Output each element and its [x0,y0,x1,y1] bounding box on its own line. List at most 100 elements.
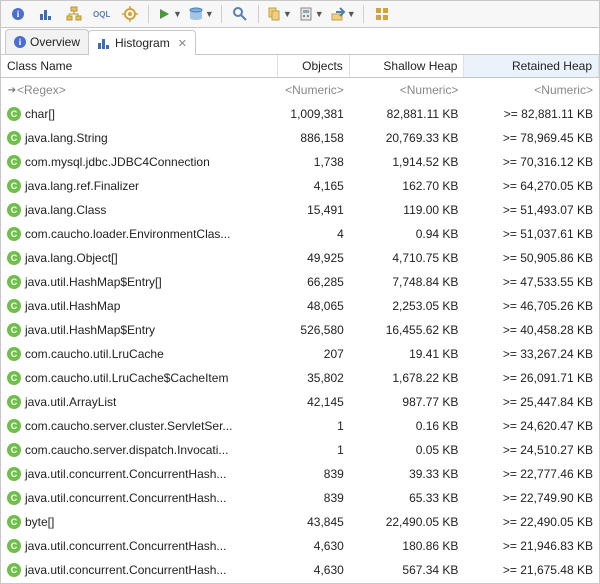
window: i OQL ▼ ▼ ▼ ▼ ▼ [0,0,600,584]
cell-classname: Cjava.util.HashMap$Entry [1,323,278,337]
class-icon: C [7,155,21,169]
table-row[interactable]: Cjava.util.concurrent.ConcurrentHash...6… [1,582,599,583]
svg-text:OQL: OQL [93,10,110,19]
table-row[interactable]: Ccom.mysql.jdbc.JDBC4Connection1,7381,91… [1,150,599,174]
filter-retained[interactable]: <Numeric> [464,78,599,102]
filter-classname[interactable]: ➔ <Regex> [1,78,278,102]
cell-shallow: 7,748.84 KB [350,275,465,289]
class-icon: C [7,491,21,505]
class-icon: C [7,323,21,337]
column-header-classname[interactable]: Class Name [1,55,278,77]
table-row[interactable]: Cjava.util.concurrent.ConcurrentHash...4… [1,558,599,582]
bar-chart-icon [38,6,54,22]
export-button[interactable]: ▼ [328,3,358,25]
table-row[interactable]: Ccom.caucho.server.cluster.ServletSer...… [1,414,599,438]
class-name-text: char[] [25,107,55,121]
class-icon: C [7,203,21,217]
calc-button[interactable]: ▼ [296,3,326,25]
cell-objects: 207 [278,347,350,361]
search-button[interactable] [227,3,253,25]
close-icon[interactable]: ✕ [178,37,187,50]
cell-objects: 839 [278,467,350,481]
oql-button[interactable]: OQL [89,3,115,25]
oql-icon: OQL [93,6,111,22]
class-icon: C [7,251,21,265]
table-row[interactable]: Cjava.util.HashMap$Entry526,58016,455.62… [1,318,599,342]
class-name-text: java.lang.Class [25,203,106,217]
gear-icon [122,6,138,22]
copy-icon [266,6,282,22]
cell-objects: 839 [278,491,350,505]
table-row[interactable]: Cjava.util.concurrent.ConcurrentHash...4… [1,534,599,558]
gear-sun-button[interactable] [117,3,143,25]
table-row[interactable]: Cjava.lang.ref.Finalizer4,165162.70 KB>=… [1,174,599,198]
cell-retained: >= 78,969.45 KB [464,131,599,145]
class-icon: C [7,371,21,385]
bar-chart-button[interactable] [33,3,59,25]
table-row[interactable]: Cjava.util.ArrayList42,145987.77 KB>= 25… [1,390,599,414]
tree-button[interactable] [61,3,87,25]
cell-retained: >= 24,510.27 KB [464,443,599,457]
cell-objects: 4 [278,227,350,241]
cell-classname: Ccom.caucho.server.cluster.ServletSer... [1,419,278,433]
table-row[interactable]: Cjava.lang.Class15,491119.00 KB>= 51,493… [1,198,599,222]
cell-shallow: 39.33 KB [350,467,465,481]
table-row[interactable]: Ccom.caucho.server.dispatch.Invocati...1… [1,438,599,462]
class-name-text: com.caucho.util.LruCache [25,347,164,361]
table-body: Cchar[]1,009,38182,881.11 KB>= 82,881.11… [1,102,599,583]
class-icon: C [7,107,21,121]
class-icon: C [7,299,21,313]
cell-shallow: 567.34 KB [350,563,465,577]
cell-shallow: 0.16 KB [350,419,465,433]
filter-shallow[interactable]: <Numeric> [350,78,465,102]
cell-objects: 1,738 [278,155,350,169]
column-header-objects[interactable]: Objects [278,55,350,77]
chevron-down-icon: ▼ [205,9,214,19]
cell-shallow: 1,914.52 KB [350,155,465,169]
grid-button[interactable] [369,3,395,25]
play-icon [156,6,172,22]
db-button[interactable]: ▼ [186,3,216,25]
table-row[interactable]: Cjava.lang.String886,15820,769.33 KB>= 7… [1,126,599,150]
table-row[interactable]: Ccom.caucho.loader.EnvironmentClas...40.… [1,222,599,246]
cell-retained: >= 24,620.47 KB [464,419,599,433]
cell-classname: Ccom.caucho.server.dispatch.Invocati... [1,443,278,457]
cell-retained: >= 25,447.84 KB [464,395,599,409]
cell-shallow: 1,678.22 KB [350,371,465,385]
cell-classname: Cbyte[] [1,515,278,529]
filter-objects[interactable]: <Numeric> [278,78,350,102]
cell-objects: 35,802 [278,371,350,385]
filter-row: ➔ <Regex> <Numeric> <Numeric> <Numeric> [1,78,599,102]
table-row[interactable]: Cjava.util.concurrent.ConcurrentHash...8… [1,462,599,486]
table-row[interactable]: Cbyte[]43,84522,490.05 KB>= 22,490.05 KB [1,510,599,534]
chevron-down-icon: ▼ [283,9,292,19]
class-name-text: com.caucho.loader.EnvironmentClas... [25,227,230,241]
column-header-retained[interactable]: Retained Heap [464,55,599,77]
cell-retained: >= 82,881.11 KB [464,107,599,121]
table-row[interactable]: Ccom.caucho.util.LruCache20719.41 KB>= 3… [1,342,599,366]
copy-button[interactable]: ▼ [264,3,294,25]
class-name-text: java.util.concurrent.ConcurrentHash... [25,563,226,577]
tab-histogram[interactable]: Histogram ✕ [88,30,196,55]
info-button[interactable]: i [5,3,31,25]
info-icon: i [14,36,26,48]
cell-classname: Cchar[] [1,107,278,121]
table-row[interactable]: Cjava.util.concurrent.ConcurrentHash... 8… [1,486,599,510]
cell-retained: >= 51,037.61 KB [464,227,599,241]
cell-classname: Ccom.caucho.loader.EnvironmentClas... [1,227,278,241]
class-name-text: java.util.concurrent.ConcurrentHash... [25,491,226,505]
table-row[interactable]: Cjava.lang.Object[]49,9254,710.75 KB>= 5… [1,246,599,270]
table-row[interactable]: Cjava.util.HashMap48,0652,253.05 KB>= 46… [1,294,599,318]
column-header-shallow[interactable]: Shallow Heap [350,55,465,77]
table-row[interactable]: Cchar[]1,009,38182,881.11 KB>= 82,881.11… [1,102,599,126]
run-button[interactable]: ▼ [154,3,184,25]
table-row[interactable]: Ccom.caucho.util.LruCache$CacheItem35,80… [1,366,599,390]
cell-shallow: 19.41 KB [350,347,465,361]
cell-retained: >= 22,749.90 KB [464,491,599,505]
class-icon: C [7,443,21,457]
cell-objects: 1,009,381 [278,107,350,121]
cell-objects: 4,165 [278,179,350,193]
bar-chart-icon [97,36,111,50]
table-row[interactable]: Cjava.util.HashMap$Entry[]66,2857,748.84… [1,270,599,294]
tab-overview[interactable]: i Overview [5,29,89,54]
